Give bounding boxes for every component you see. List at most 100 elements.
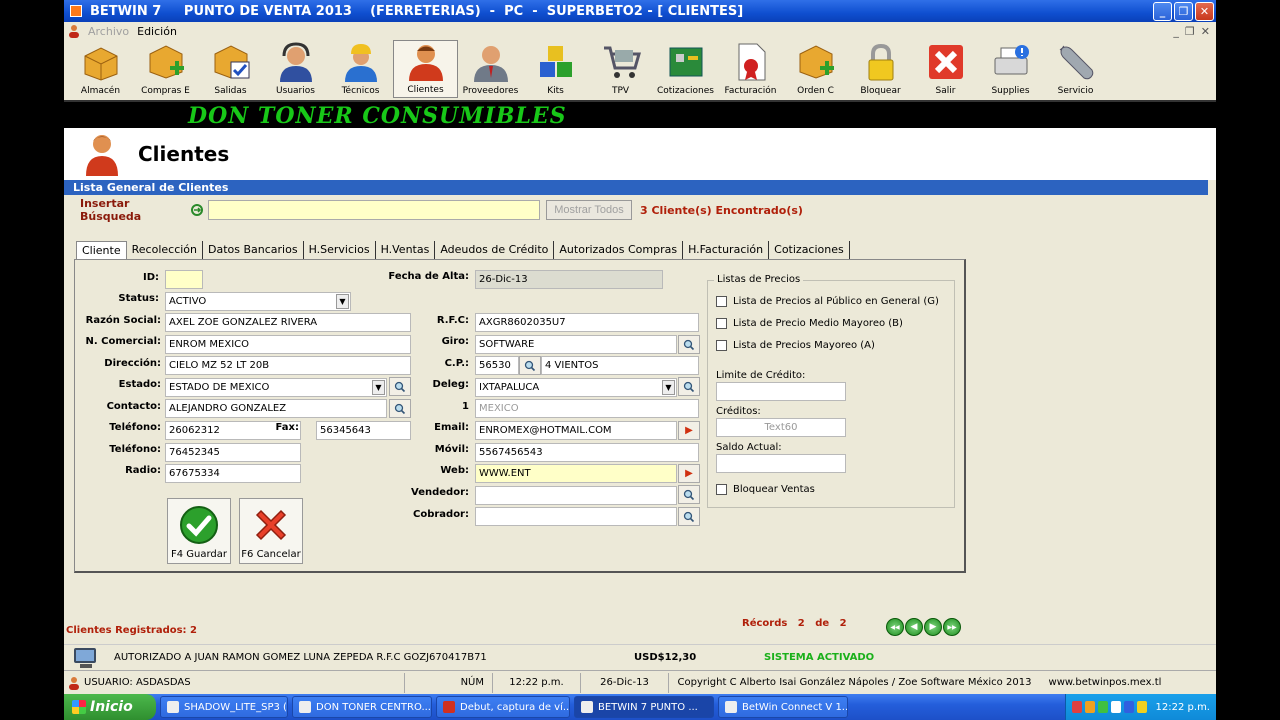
credit-limit-field[interactable] [716,382,846,401]
vendedor-search-button[interactable] [678,485,700,504]
tray-icon[interactable] [1123,701,1134,713]
status-website[interactable]: www.betwinpos.mex.tl [1040,673,1170,693]
email-send-button[interactable]: ▶ [678,421,700,440]
toolbar-servicio-button[interactable]: Servicio [1043,40,1108,98]
child-minimize-button[interactable]: _ [1173,25,1179,38]
save-button[interactable]: F4 Guardar [167,498,231,564]
price-option-a[interactable]: Lista de Precios Mayoreo (A) [716,340,875,351]
toolbar-bloquear-button[interactable]: Bloquear [848,40,913,98]
maximize-button[interactable]: ❐ [1174,1,1193,21]
menu-archivo[interactable]: Archivo [84,25,133,38]
cobrador-search-button[interactable] [678,507,700,526]
tab-recolección[interactable]: Recolección [127,241,203,259]
tab-datos-bancarios[interactable]: Datos Bancarios [203,241,304,259]
task-shadow-lite[interactable]: SHADOW_LITE_SP3 (... [160,696,288,718]
rfc-field[interactable]: AXGR8602035U7 [475,313,699,332]
cp-search-button[interactable] [519,356,541,375]
records-de: de [815,618,830,629]
checkbox[interactable] [716,340,727,351]
prev-icon: ◀ [910,622,918,632]
price-option-b-label: Lista de Precio Medio Mayoreo (B) [733,318,903,329]
window-title: BETWIN 7 PUNTO DE VENTA 2013 (FERRETERIA… [90,3,744,19]
menu-bar: Archivo Edición _ ❐ ✕ [64,22,1216,40]
last-record-button[interactable]: ▶▶ [943,618,961,636]
tab-autorizados-compras[interactable]: Autorizados Compras [554,241,684,259]
credits-field[interactable]: Text60 [716,418,846,437]
close-button[interactable]: ✕ [1195,1,1214,21]
giro-field[interactable]: SOFTWARE [475,335,677,354]
first-record-button[interactable]: ◀◀ [886,618,904,636]
task-betwin-connect[interactable]: BetWin Connect V 1.... [718,696,848,718]
cancel-button[interactable]: F6 Cancelar [239,498,303,564]
title-bar[interactable]: BETWIN 7 PUNTO DE VENTA 2013 (FERRETERIA… [64,0,1216,22]
toolbar-orden-c-button[interactable]: Orden C [783,40,848,98]
tab-h-facturación[interactable]: H.Facturación [683,241,770,259]
web-open-button[interactable]: ▶ [678,464,700,483]
toolbar-tpv-button[interactable]: TPV [588,40,653,98]
task-debut[interactable]: Debut, captura de ví... [436,696,570,718]
invoice-icon [731,42,771,82]
tray-icon[interactable] [1136,701,1147,713]
status-select[interactable]: ACTIVO ▼ [165,292,351,311]
toolbar-clientes-button[interactable]: Clientes [393,40,458,98]
telefono2-field[interactable]: 76452345 [165,443,301,462]
child-close-button[interactable]: ✕ [1201,25,1210,38]
next-record-button[interactable]: ▶ [924,618,942,636]
search-input[interactable] [208,200,540,220]
tab-h-ventas[interactable]: H.Ventas [376,241,436,259]
web-field[interactable]: WWW.ENT [475,464,677,483]
search-label: Insertar Búsqueda [80,197,142,223]
tray-icon[interactable] [1097,701,1108,713]
contacto-field[interactable]: ALEJANDRO GONZALEZ [165,399,387,418]
toolbar-facturación-button[interactable]: Facturación [718,40,783,98]
tray-icon[interactable] [1110,701,1121,713]
block-sales-option[interactable]: Bloquear Ventas [716,484,815,495]
cobrador-field[interactable] [475,507,677,526]
toolbar-usuarios-button[interactable]: Usuarios [263,40,328,98]
price-option-b[interactable]: Lista de Precio Medio Mayoreo (B) [716,318,903,329]
deleg-select[interactable]: IXTAPALUCA ▼ [475,378,677,397]
movil-field[interactable]: 5567456543 [475,443,699,462]
estado-select[interactable]: ESTADO DE MEXICO ▼ [165,378,387,397]
checkbox[interactable] [716,484,727,495]
toolbar-kits-button[interactable]: Kits [523,40,588,98]
task-betwin[interactable]: BETWIN 7 PUNTO ... [574,696,714,718]
cp-field[interactable]: 56530 [475,356,519,375]
chevron-down-icon[interactable]: ▼ [336,294,349,309]
tab-cotizaciones[interactable]: Cotizaciones [769,241,850,259]
checkbox[interactable] [716,296,727,307]
giro-search-button[interactable] [678,335,700,354]
minimize-button[interactable]: _ [1153,1,1172,21]
task-don-toner[interactable]: DON TONER CENTRO... [292,696,432,718]
tray-icon[interactable] [1071,701,1082,713]
toolbar-compras-e-button[interactable]: Compras E [133,40,198,98]
toolbar-almacén-button[interactable]: Almacén [68,40,133,98]
vendedor-field[interactable] [475,486,677,505]
show-all-button[interactable]: Mostrar Todos [546,200,632,220]
toolbar-label: Proveedores [462,86,519,96]
prev-record-button[interactable]: ◀ [905,618,923,636]
toolbar-label: TPV [611,86,630,96]
toolbar-supplies-button[interactable]: Supplies [978,40,1043,98]
id-field[interactable] [165,270,203,289]
tab-adeudos-de-crédito[interactable]: Adeudos de Crédito [435,241,555,259]
price-option-g[interactable]: Lista de Precios al Público en General (… [716,296,939,307]
chevron-down-icon[interactable]: ▼ [662,380,675,395]
email-field[interactable]: ENROMEX@HOTMAIL.COM [475,421,677,440]
toolbar-salir-button[interactable]: Salir [913,40,978,98]
toolbar-salidas-button[interactable]: Salidas [198,40,263,98]
menu-edicion[interactable]: Edición [133,25,181,38]
start-button[interactable]: Inicio [64,694,156,720]
child-restore-button[interactable]: ❐ [1185,25,1195,38]
toolbar-técnicos-button[interactable]: Técnicos [328,40,393,98]
colonia-field[interactable]: 4 VIENTOS [541,356,699,375]
toolbar-cotizaciones-button[interactable]: Cotizaciones [653,40,718,98]
tab-cliente[interactable]: Cliente [76,241,127,259]
deleg-search-button[interactable] [678,377,700,396]
toolbar-proveedores-button[interactable]: Proveedores [458,40,523,98]
radio-field[interactable]: 67675334 [165,464,301,483]
balance-field[interactable] [716,454,846,473]
tray-icon[interactable] [1084,701,1095,713]
tab-h-servicios[interactable]: H.Servicios [304,241,376,259]
checkbox[interactable] [716,318,727,329]
